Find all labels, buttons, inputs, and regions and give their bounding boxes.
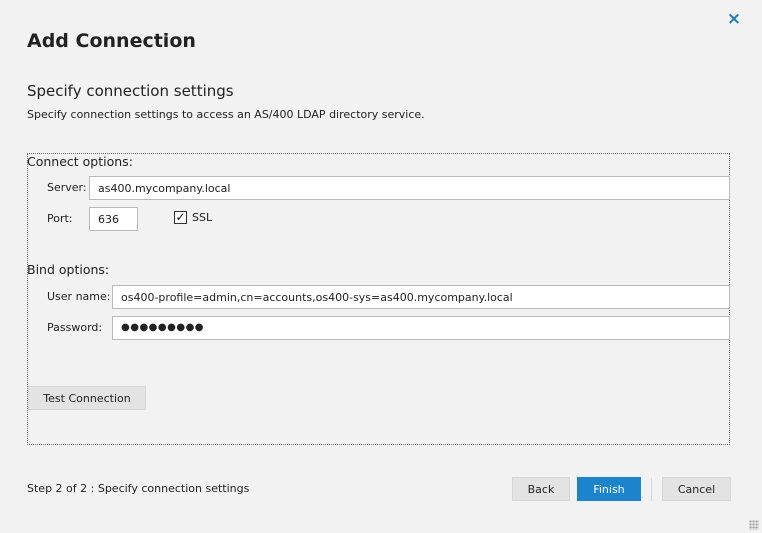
port-label: Port: <box>47 212 73 225</box>
section-description: Specify connection settings to access an… <box>27 108 425 121</box>
password-label: Password: <box>47 321 103 334</box>
ssl-checkbox[interactable]: ✓ <box>174 211 187 224</box>
server-input[interactable] <box>89 176 730 200</box>
port-input[interactable] <box>89 207 138 231</box>
password-input[interactable]: ●●●●●●●●● <box>112 316 730 340</box>
footer-divider <box>651 478 652 501</box>
test-connection-button[interactable]: Test Connection <box>28 386 146 410</box>
username-input[interactable] <box>112 285 730 309</box>
bind-options-label: Bind options: <box>27 262 110 277</box>
username-label: User name: <box>47 290 111 303</box>
finish-button[interactable]: Finish <box>577 477 641 501</box>
connect-options-label: Connect options: <box>27 154 133 169</box>
close-icon[interactable]: × <box>726 11 742 28</box>
step-indicator: Step 2 of 2 : Specify connection setting… <box>27 482 250 495</box>
cancel-button[interactable]: Cancel <box>662 477 731 501</box>
back-button[interactable]: Back <box>512 477 570 501</box>
dialog-title: Add Connection <box>27 30 196 52</box>
server-label: Server: <box>47 181 87 194</box>
section-title: Specify connection settings <box>27 82 234 100</box>
ssl-label[interactable]: SSL <box>192 211 212 224</box>
resize-grip-icon[interactable] <box>749 520 759 530</box>
